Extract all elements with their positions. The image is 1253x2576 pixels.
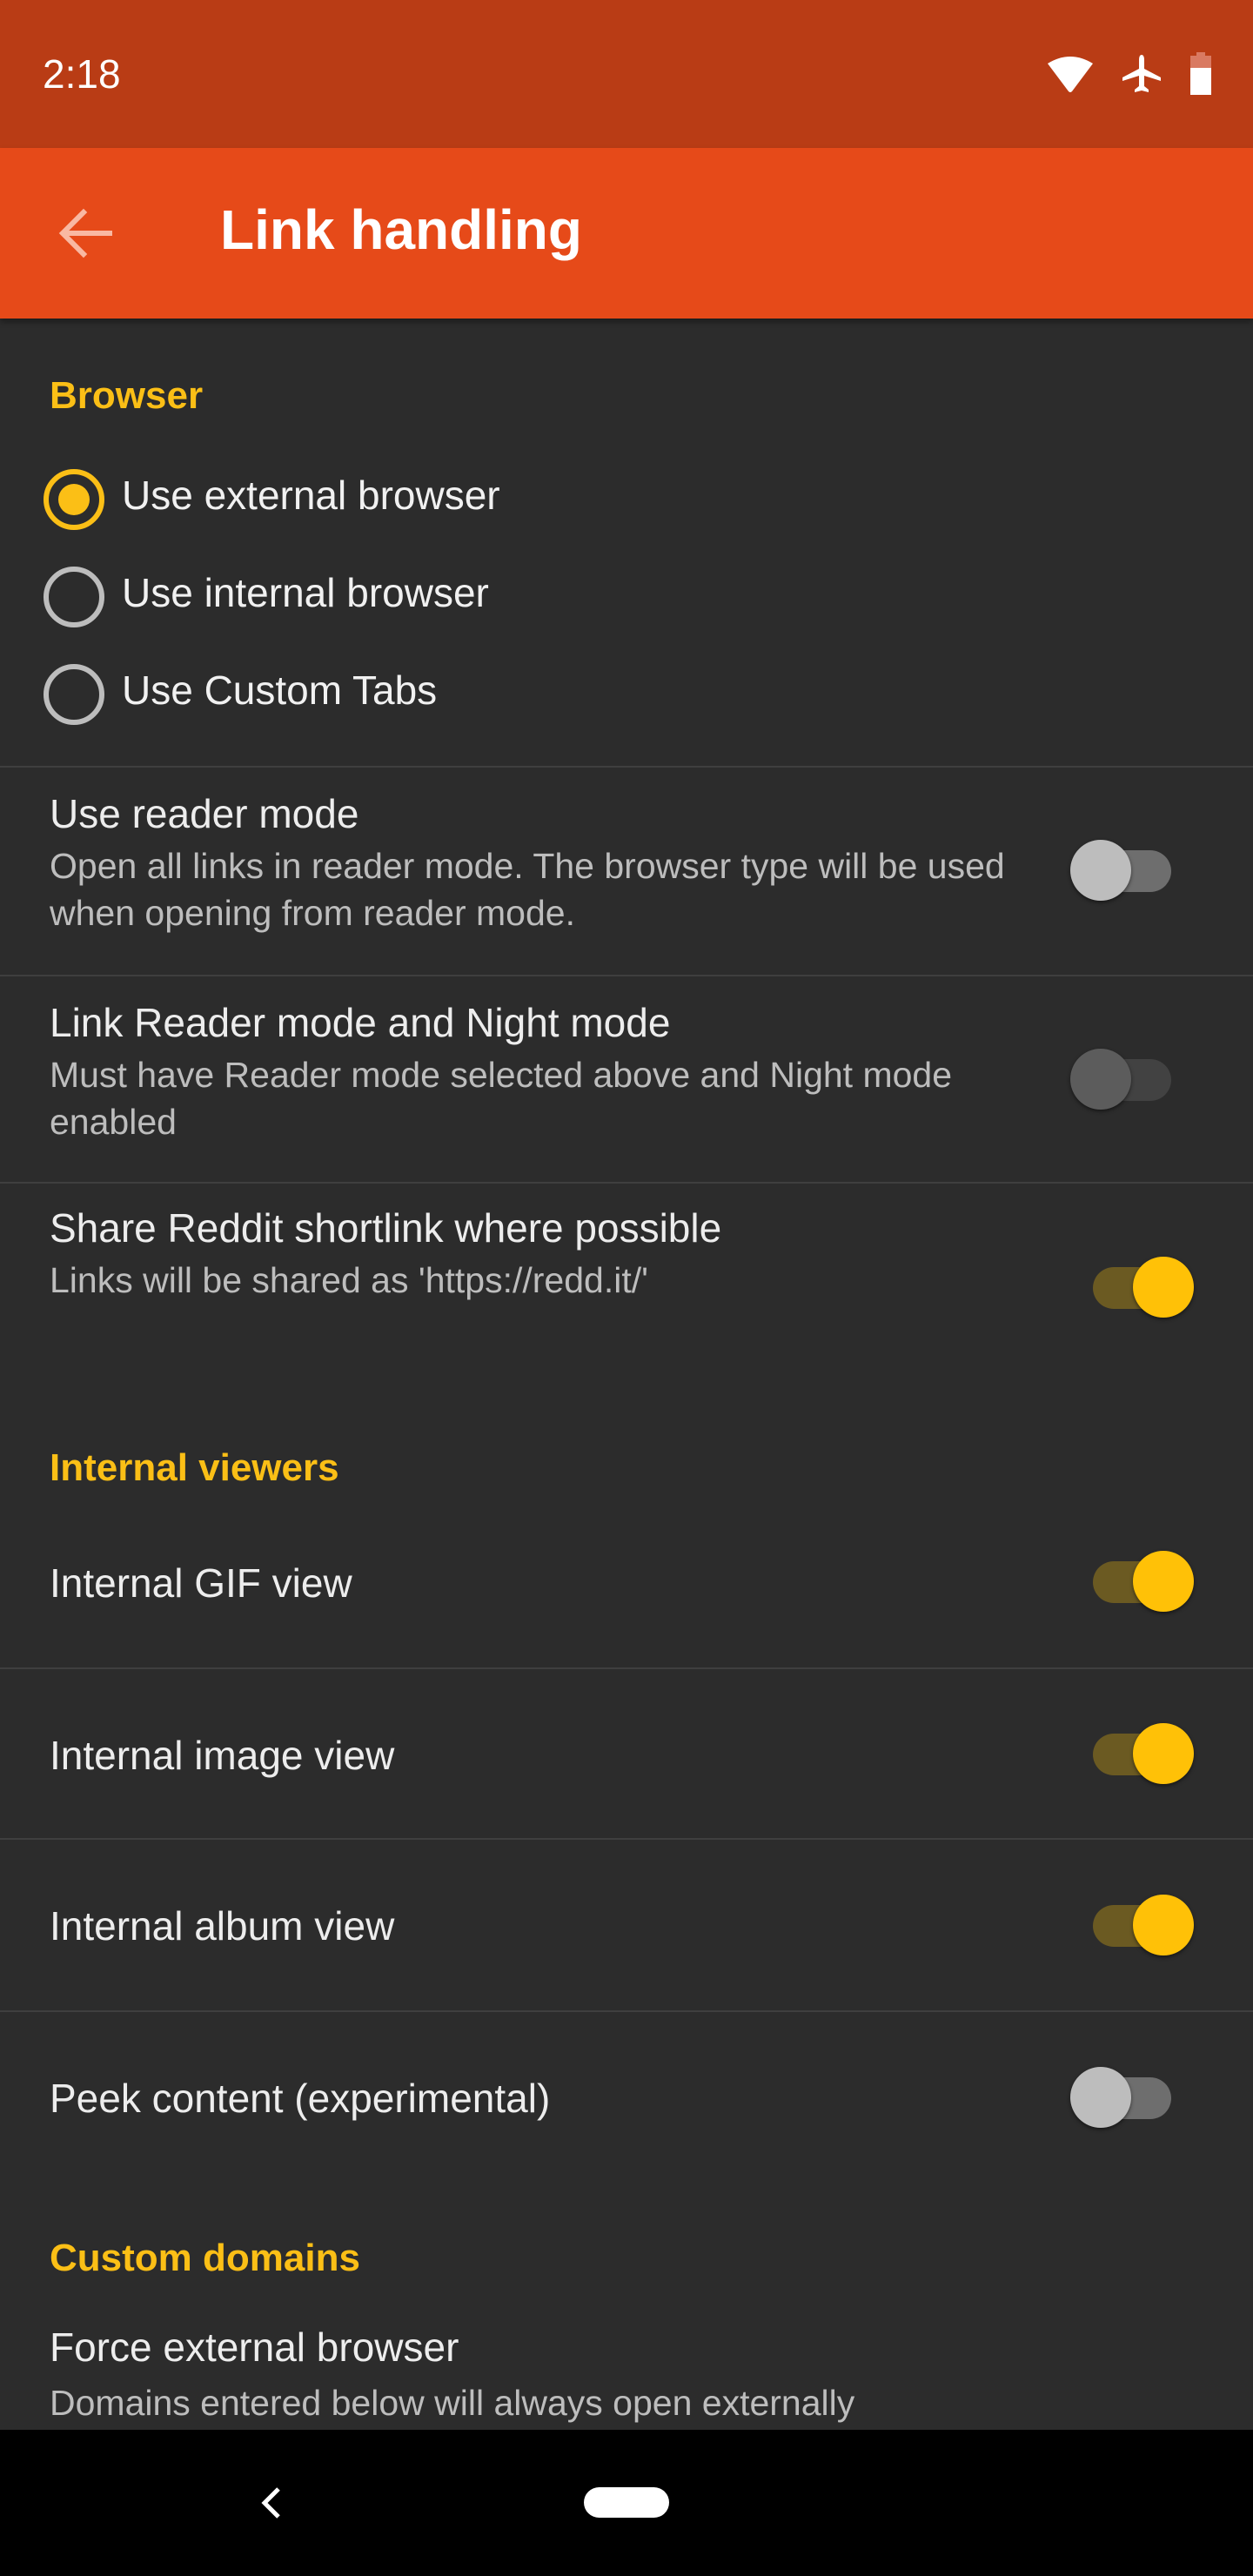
section-header-custom-domains: Custom domains xyxy=(50,2237,360,2279)
toggle-switch-off[interactable] xyxy=(1070,2067,1196,2130)
pref-summary: Links will be shared as 'https://redd.it… xyxy=(50,1260,648,1300)
battery-icon xyxy=(1190,52,1211,95)
section-header-browser: Browser xyxy=(50,374,204,417)
pref-peek-content[interactable]: Peek content (experimental) xyxy=(0,2012,1253,2183)
toggle-switch-on[interactable] xyxy=(1070,1551,1196,1613)
radio-button[interactable] xyxy=(44,567,104,627)
switch-thumb xyxy=(1133,1895,1194,1955)
pref-title: Use reader mode xyxy=(50,791,359,836)
toggle-switch-off[interactable] xyxy=(1070,840,1196,902)
pref-use-reader-mode[interactable]: Use reader mode Open all links in reader… xyxy=(0,768,1253,975)
pref-title: Internal image view xyxy=(50,1733,395,1778)
pref-summary: Open all links in reader mode. The brows… xyxy=(50,846,1005,933)
pref-internal-image-view[interactable]: Internal image view xyxy=(0,1669,1253,1838)
status-time: 2:18 xyxy=(43,51,121,97)
nav-back-icon[interactable] xyxy=(258,2485,287,2520)
airplane-mode-icon xyxy=(1122,55,1161,92)
radio-label: Use internal browser xyxy=(122,570,489,615)
pref-title: Internal album view xyxy=(50,1903,395,1949)
radio-label: Use external browser xyxy=(122,473,500,518)
pref-title: Link Reader mode and Night mode xyxy=(50,1000,671,1045)
switch-thumb xyxy=(1070,1049,1131,1110)
radio-option-internal-browser[interactable]: Use internal browser xyxy=(0,548,1253,646)
radio-button-selected[interactable] xyxy=(44,469,104,530)
status-icons xyxy=(1046,52,1213,96)
pref-title: Internal GIF view xyxy=(50,1560,352,1606)
page-title: Link handling xyxy=(220,198,582,261)
toggle-switch-on[interactable] xyxy=(1070,1723,1196,1786)
radio-button[interactable] xyxy=(44,664,104,725)
toggle-switch-on[interactable] xyxy=(1070,1895,1196,1957)
pref-summary: Domains entered below will always open e… xyxy=(50,2383,855,2423)
nav-home-pill-icon[interactable] xyxy=(584,2487,669,2518)
switch-thumb xyxy=(1070,840,1131,901)
pref-title: Peek content (experimental) xyxy=(50,2076,551,2121)
pref-summary: Must have Reader mode selected above and… xyxy=(50,1055,953,1142)
app-toolbar xyxy=(0,148,1253,319)
radio-option-external-browser[interactable]: Use external browser xyxy=(0,451,1253,548)
switch-thumb xyxy=(1133,1723,1194,1784)
pref-force-external-browser[interactable]: Force external browser Domains entered b… xyxy=(0,2303,1253,2430)
pref-title: Share Reddit shortlink where possible xyxy=(50,1205,722,1251)
section-header-internal-viewers: Internal viewers xyxy=(50,1446,339,1489)
switch-thumb xyxy=(1133,1257,1194,1318)
toggle-switch-disabled[interactable] xyxy=(1070,1049,1196,1111)
toggle-switch-on[interactable] xyxy=(1070,1257,1196,1319)
radio-label: Use Custom Tabs xyxy=(122,667,438,713)
settings-list[interactable]: Browser Use external browser Use interna… xyxy=(0,319,1253,2430)
switch-thumb xyxy=(1070,2067,1131,2128)
wifi-icon xyxy=(1048,57,1093,92)
radio-option-custom-tabs[interactable]: Use Custom Tabs xyxy=(0,646,1253,743)
pref-share-reddit-shortlink[interactable]: Share Reddit shortlink where possible Li… xyxy=(0,1184,1253,1358)
pref-title: Force external browser xyxy=(50,2324,459,2370)
switch-thumb xyxy=(1133,1551,1194,1612)
pref-link-reader-night-mode[interactable]: Link Reader mode and Night mode Must hav… xyxy=(0,976,1253,1182)
status-bar: 2:18 xyxy=(0,0,1253,148)
arrow-left-icon[interactable] xyxy=(57,205,113,261)
pref-internal-album-view[interactable]: Internal album view xyxy=(0,1840,1253,2010)
